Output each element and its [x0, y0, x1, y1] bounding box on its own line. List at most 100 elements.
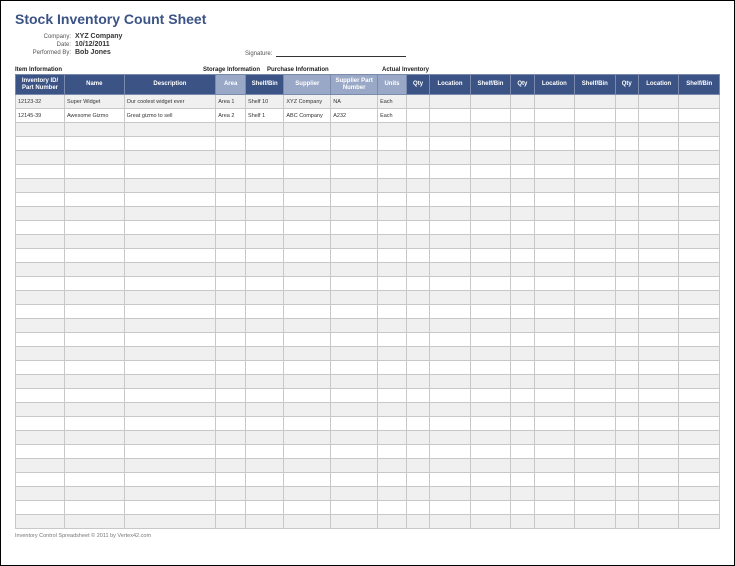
table-cell[interactable]: [284, 193, 331, 207]
table-cell[interactable]: [511, 207, 534, 221]
table-cell[interactable]: [331, 417, 378, 431]
table-cell[interactable]: [470, 459, 510, 473]
table-cell[interactable]: [615, 515, 638, 529]
table-cell[interactable]: [575, 123, 615, 137]
table-cell[interactable]: [511, 137, 534, 151]
table-cell[interactable]: [378, 417, 407, 431]
table-cell[interactable]: [638, 151, 678, 165]
table-row[interactable]: [16, 235, 720, 249]
table-cell[interactable]: [124, 515, 216, 529]
table-cell[interactable]: [378, 487, 407, 501]
table-cell[interactable]: [331, 361, 378, 375]
table-cell[interactable]: [406, 361, 429, 375]
table-cell[interactable]: [430, 431, 470, 445]
table-cell[interactable]: [246, 137, 284, 151]
table-cell[interactable]: [511, 487, 534, 501]
table-cell[interactable]: [378, 333, 407, 347]
table-cell[interactable]: [406, 389, 429, 403]
table-cell[interactable]: [246, 417, 284, 431]
table-cell[interactable]: [679, 515, 720, 529]
table-cell[interactable]: [511, 291, 534, 305]
table-cell[interactable]: [124, 221, 216, 235]
table-cell[interactable]: [615, 501, 638, 515]
table-cell[interactable]: [284, 305, 331, 319]
table-cell[interactable]: [64, 515, 124, 529]
table-cell[interactable]: [16, 459, 65, 473]
table-row[interactable]: [16, 263, 720, 277]
table-cell[interactable]: [284, 277, 331, 291]
table-cell[interactable]: [511, 403, 534, 417]
table-cell[interactable]: [64, 459, 124, 473]
table-cell[interactable]: [511, 333, 534, 347]
table-cell[interactable]: [64, 123, 124, 137]
table-row[interactable]: [16, 277, 720, 291]
table-cell[interactable]: [615, 277, 638, 291]
table-cell[interactable]: [615, 375, 638, 389]
table-cell[interactable]: [406, 319, 429, 333]
table-cell[interactable]: A232: [331, 109, 378, 123]
table-cell[interactable]: [638, 123, 678, 137]
table-cell[interactable]: [430, 277, 470, 291]
table-cell[interactable]: [246, 179, 284, 193]
table-cell[interactable]: [331, 137, 378, 151]
table-row[interactable]: [16, 347, 720, 361]
table-cell[interactable]: [284, 151, 331, 165]
table-cell[interactable]: [534, 291, 574, 305]
table-cell[interactable]: [575, 431, 615, 445]
table-cell[interactable]: [216, 291, 246, 305]
table-cell[interactable]: [430, 445, 470, 459]
table-cell[interactable]: [16, 501, 65, 515]
table-cell[interactable]: [216, 249, 246, 263]
table-cell[interactable]: [615, 445, 638, 459]
table-row[interactable]: [16, 473, 720, 487]
table-cell[interactable]: [406, 277, 429, 291]
table-cell[interactable]: Area 2: [216, 109, 246, 123]
table-cell[interactable]: [284, 249, 331, 263]
table-cell[interactable]: [534, 445, 574, 459]
table-cell[interactable]: [284, 123, 331, 137]
table-cell[interactable]: [124, 277, 216, 291]
table-cell[interactable]: [331, 515, 378, 529]
table-cell[interactable]: [216, 501, 246, 515]
table-cell[interactable]: [430, 95, 470, 109]
table-cell[interactable]: [615, 459, 638, 473]
table-cell[interactable]: [679, 221, 720, 235]
table-cell[interactable]: [406, 291, 429, 305]
table-cell[interactable]: [378, 361, 407, 375]
table-cell[interactable]: [511, 221, 534, 235]
table-cell[interactable]: [638, 487, 678, 501]
table-cell[interactable]: [470, 235, 510, 249]
table-cell[interactable]: [64, 263, 124, 277]
table-cell[interactable]: [124, 123, 216, 137]
table-row[interactable]: [16, 151, 720, 165]
table-cell[interactable]: [406, 165, 429, 179]
table-cell[interactable]: [16, 333, 65, 347]
table-cell[interactable]: [406, 193, 429, 207]
table-cell[interactable]: [430, 361, 470, 375]
table-cell[interactable]: [406, 473, 429, 487]
table-cell[interactable]: [534, 95, 574, 109]
table-cell[interactable]: [575, 389, 615, 403]
table-cell[interactable]: [331, 445, 378, 459]
table-cell[interactable]: [679, 487, 720, 501]
table-cell[interactable]: [679, 277, 720, 291]
table-cell[interactable]: [534, 389, 574, 403]
table-cell[interactable]: [246, 501, 284, 515]
table-cell[interactable]: [64, 473, 124, 487]
table-cell[interactable]: [638, 137, 678, 151]
table-cell[interactable]: [16, 123, 65, 137]
table-cell[interactable]: [216, 361, 246, 375]
table-cell[interactable]: [430, 487, 470, 501]
table-cell[interactable]: [16, 389, 65, 403]
table-cell[interactable]: [246, 459, 284, 473]
table-cell[interactable]: [534, 305, 574, 319]
table-cell[interactable]: [216, 333, 246, 347]
table-cell[interactable]: [534, 515, 574, 529]
table-cell[interactable]: [378, 137, 407, 151]
table-cell[interactable]: [284, 431, 331, 445]
table-cell[interactable]: [284, 501, 331, 515]
table-cell[interactable]: [615, 319, 638, 333]
table-cell[interactable]: [615, 431, 638, 445]
table-row[interactable]: 12123-32Super WidgetOur coolest widget e…: [16, 95, 720, 109]
table-cell[interactable]: [575, 207, 615, 221]
